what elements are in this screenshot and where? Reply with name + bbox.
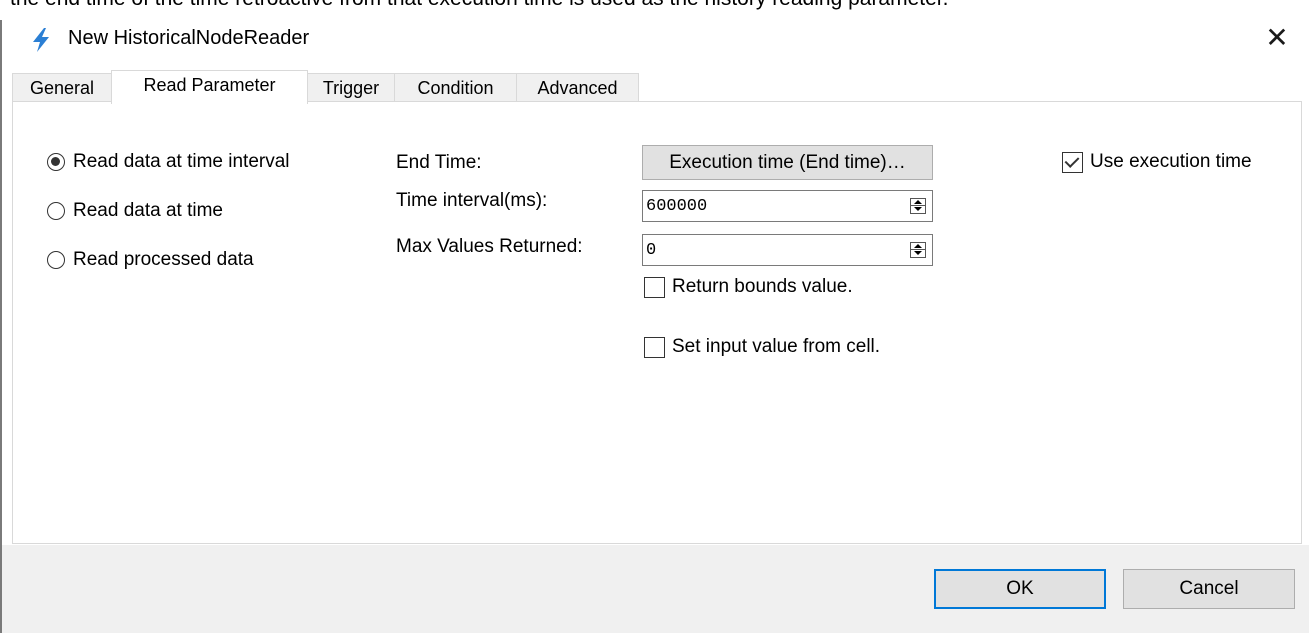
read-parameter-panel: Read data at time interval Read data at … [12,101,1302,544]
dialog-title: New HistoricalNodeReader [68,27,310,49]
set-input-from-cell-checkbox[interactable]: Set input value from cell. [644,336,880,358]
tab-condition[interactable]: Condition [394,73,517,102]
radio-label: Read data at time [73,200,223,221]
end-time-label: End Time: [396,152,482,173]
return-bounds-checkbox[interactable]: Return bounds value. [644,276,853,298]
max-values-label: Max Values Returned: [396,236,583,257]
time-interval-stepper[interactable] [642,190,933,222]
max-values-stepper[interactable] [642,234,933,266]
cancel-button[interactable]: Cancel [1123,569,1295,609]
radio-read-at-time[interactable]: Read data at time [47,200,223,222]
radio-label: Read processed data [73,249,254,270]
use-execution-time-checkbox[interactable]: Use execution time [1062,151,1252,173]
dialog-footer: OK Cancel [2,545,1309,633]
title-bar: New HistoricalNodeReader ✕ [2,20,1309,64]
spin-up-down-icon[interactable] [910,198,926,214]
radio-button-checked[interactable] [47,153,65,171]
end-time-button[interactable]: Execution time (End time)… [642,145,933,180]
document-text-fragment: the end time of the time retroactive fro… [10,0,948,11]
time-interval-input[interactable] [646,193,886,219]
dialog-window: New HistoricalNodeReader ✕ General Read … [2,20,1309,633]
lightning-icon [33,28,49,52]
radio-button[interactable] [47,251,65,269]
checkbox-box[interactable] [644,336,665,358]
tab-advanced[interactable]: Advanced [516,73,639,102]
spin-up-down-icon[interactable] [910,242,926,258]
tab-read-parameter[interactable]: Read Parameter [111,70,308,104]
radio-button[interactable] [47,202,65,220]
tab-strip: General Read Parameter Trigger Condition… [12,70,1302,104]
time-interval-label: Time interval(ms): [396,190,548,211]
radio-label: Read data at time interval [73,151,290,172]
ok-button[interactable]: OK [934,569,1106,609]
checkbox-box[interactable] [644,276,665,298]
checkbox-label: Use execution time [1090,151,1252,172]
tab-trigger[interactable]: Trigger [307,73,395,102]
checkbox-label: Set input value from cell. [672,336,881,357]
radio-read-processed[interactable]: Read processed data [47,249,254,271]
checkbox-box-checked[interactable] [1062,151,1083,173]
max-values-input[interactable] [646,237,886,263]
checkbox-label: Return bounds value. [672,276,853,297]
tab-general[interactable]: General [12,73,112,102]
close-icon[interactable]: ✕ [1257,20,1297,56]
radio-read-time-interval[interactable]: Read data at time interval [47,151,290,173]
